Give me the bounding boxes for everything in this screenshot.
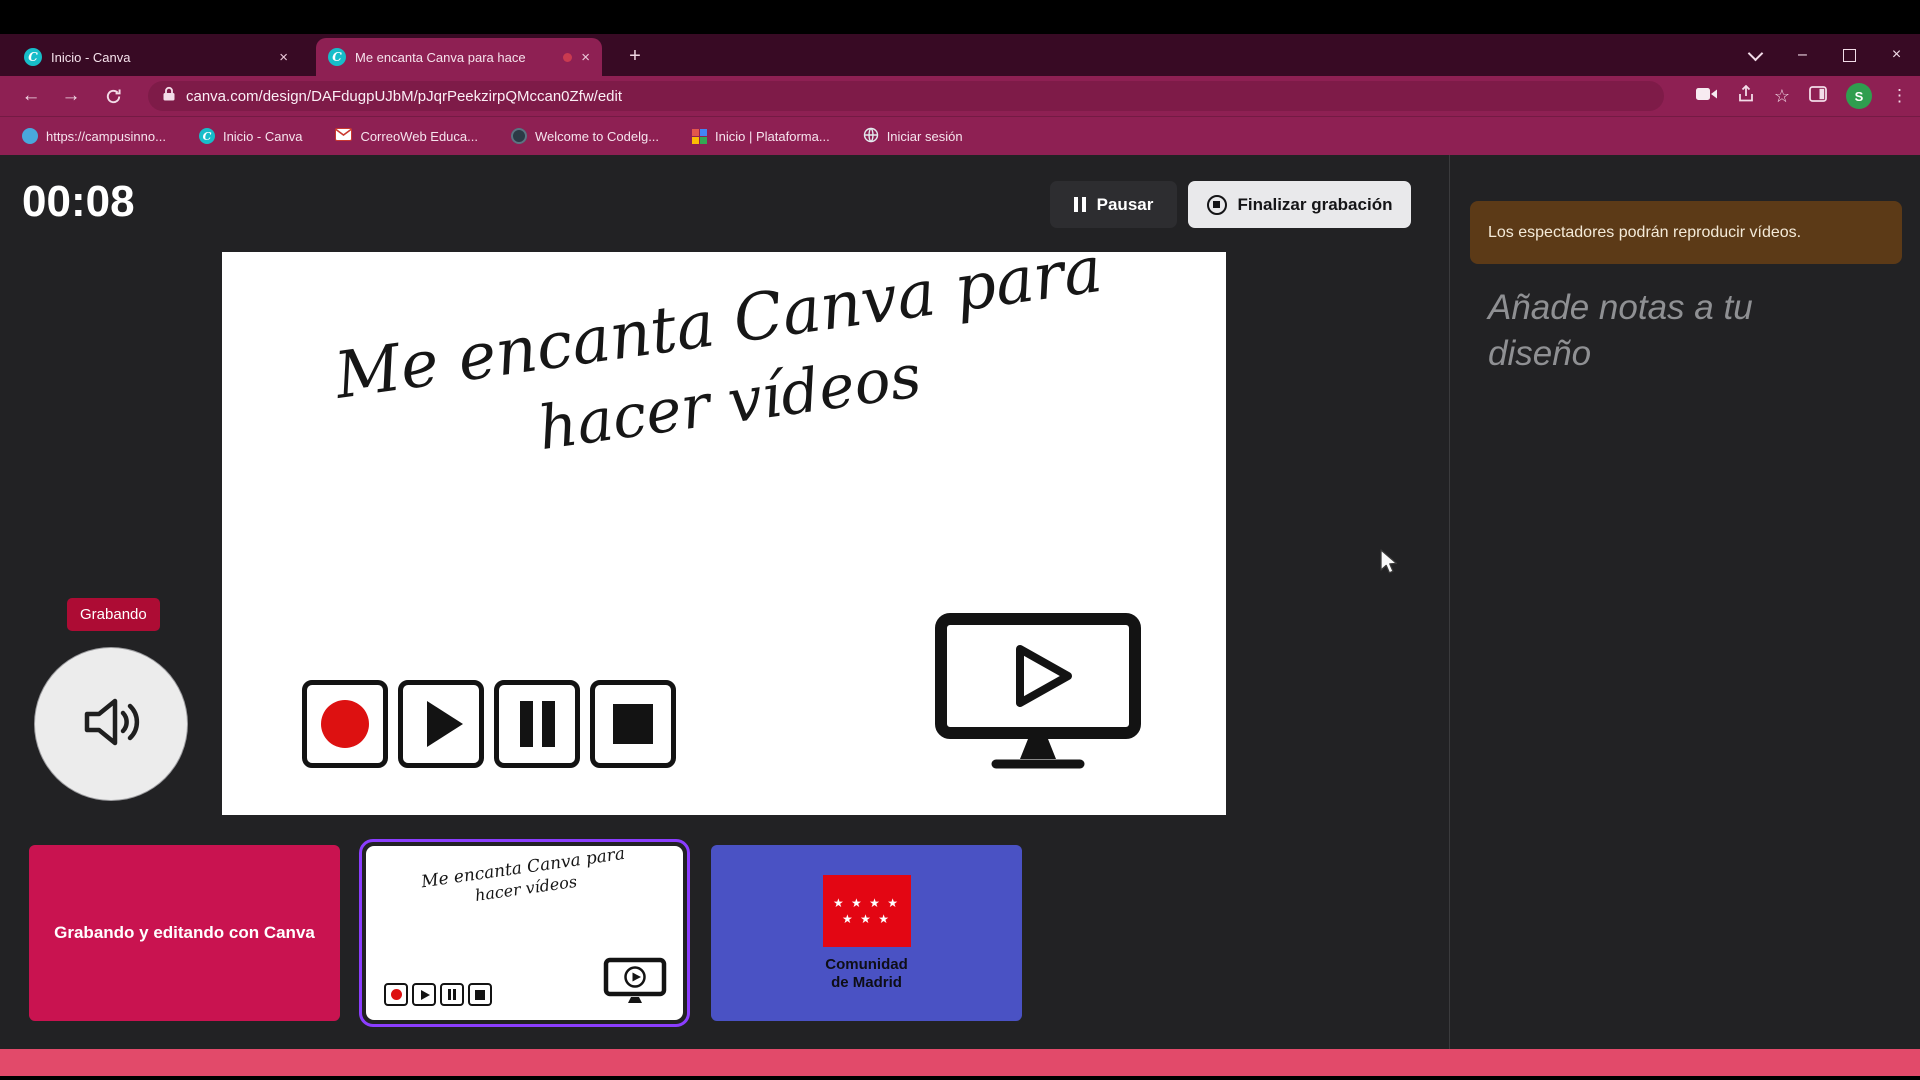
window-close-button[interactable]: ×	[1873, 34, 1920, 76]
stop-icon	[468, 983, 492, 1006]
url-text: canva.com/design/DAFdugpUJbM/pJqrPeekzir…	[186, 88, 622, 105]
pause-button-label: Pausar	[1097, 195, 1154, 215]
canvas-script-title: Me encanta Canva para hacer vídeos	[216, 217, 1231, 507]
recording-timer: 00:08	[22, 177, 135, 227]
new-tab-button[interactable]: +	[622, 43, 648, 69]
speaker-icon	[73, 684, 149, 765]
screen: C Inicio - Canva × C Me encanta Canva pa…	[0, 0, 1920, 1080]
logo-text-line: de Madrid	[825, 974, 908, 992]
address-bar[interactable]: canva.com/design/DAFdugpUJbM/pJqrPeekzir…	[148, 81, 1664, 111]
mouse-cursor-icon	[1378, 548, 1400, 581]
recording-workspace: 00:08 Pausar Finalizar grabación Los esp…	[0, 155, 1920, 1049]
lock-icon	[162, 86, 176, 107]
canva-favicon-icon: C	[199, 128, 215, 144]
notes-placeholder-line: Añade notas a tu	[1488, 285, 1753, 331]
window-minimize-button[interactable]: –	[1779, 34, 1826, 76]
bookmark-canva[interactable]: C Inicio - Canva	[199, 128, 302, 144]
bookmark-label: Inicio - Canva	[223, 129, 302, 144]
slide-thumbnail-3[interactable]: ★ ★ ★ ★ ★ ★ ★ Comunidad de Madrid	[711, 845, 1022, 1021]
pause-button[interactable]: Pausar	[1050, 181, 1177, 228]
design-canvas[interactable]: Me encanta Canva para hacer vídeos	[222, 252, 1226, 815]
profile-avatar[interactable]: S	[1846, 83, 1872, 109]
record-icon	[384, 983, 408, 1006]
bookmark-label: Iniciar sesión	[887, 129, 963, 144]
tv-play-icon	[934, 612, 1142, 779]
mini-tv-play-icon	[603, 957, 667, 1012]
bookmark-plataforma[interactable]: Inicio | Plataforma...	[692, 129, 830, 144]
finish-recording-button[interactable]: Finalizar grabación	[1188, 181, 1411, 228]
tab-close-icon[interactable]: ×	[279, 49, 288, 66]
mail-icon	[335, 128, 352, 144]
canva-favicon-letter: C	[332, 50, 342, 64]
play-icon	[412, 983, 436, 1006]
slide1-label: Grabando y editando con Canva	[54, 923, 315, 943]
pause-graphic-icon	[440, 983, 464, 1006]
notes-panel-divider	[1449, 155, 1450, 1049]
platform-grid-icon	[692, 129, 707, 144]
bookmark-correoweb[interactable]: CorreoWeb Educa...	[335, 128, 478, 144]
share-icon[interactable]	[1737, 85, 1755, 108]
logo-text-line: Comunidad	[825, 956, 908, 974]
canva-favicon-icon: C	[24, 48, 42, 66]
bookmark-star-icon[interactable]: ☆	[1774, 86, 1790, 107]
browser-menu-icon[interactable]: ⋮	[1891, 86, 1908, 106]
tab-close-icon[interactable]: ×	[581, 49, 590, 66]
record-icon	[302, 680, 388, 768]
bookmark-codelg[interactable]: Welcome to Codelg...	[511, 128, 659, 144]
bookmark-label: Inicio | Plataforma...	[715, 129, 830, 144]
flag-stars-row: ★ ★ ★	[842, 913, 891, 925]
campus-site-icon	[22, 128, 38, 144]
tab-search-chevron-icon[interactable]	[1732, 34, 1779, 76]
pause-icon	[1074, 197, 1086, 212]
browser-tab-bar: C Inicio - Canva × C Me encanta Canva pa…	[0, 34, 1920, 76]
stop-icon	[590, 680, 676, 768]
tab-title: Me encanta Canva para hace	[355, 50, 554, 65]
bookmark-iniciar-sesion[interactable]: Iniciar sesión	[863, 127, 963, 146]
mini-recorder-controls-graphic	[384, 983, 492, 1006]
toolbar-right-icons: ☆ S ⋮	[1696, 76, 1908, 116]
forward-button[interactable]: →	[54, 76, 88, 116]
finish-button-label: Finalizar grabación	[1238, 195, 1393, 215]
recording-status-badge: Grabando	[67, 598, 160, 631]
flag-stars-row: ★ ★ ★ ★	[833, 897, 900, 909]
codelg-site-icon	[511, 128, 527, 144]
tab-title: Inicio - Canva	[51, 50, 270, 65]
bookmark-label: https://campusinno...	[46, 129, 166, 144]
slide-thumbnail-1[interactable]: Grabando y editando con Canva	[29, 845, 340, 1021]
pause-graphic-icon	[494, 680, 580, 768]
globe-icon	[863, 127, 879, 146]
back-button[interactable]: ←	[14, 76, 48, 116]
bookmarks-bar: https://campusinno... C Inicio - Canva C…	[0, 116, 1920, 155]
canva-favicon-letter: C	[203, 130, 212, 143]
window-controls: – ×	[1732, 34, 1920, 76]
window-maximize-button[interactable]	[1826, 34, 1873, 76]
bookmark-label: CorreoWeb Educa...	[360, 129, 478, 144]
viewers-notice: Los espectadores podrán reproducir vídeo…	[1470, 201, 1902, 264]
bookmark-label: Welcome to Codelg...	[535, 129, 659, 144]
reload-button[interactable]	[96, 76, 130, 116]
comunidad-madrid-flag-icon: ★ ★ ★ ★ ★ ★ ★	[823, 875, 911, 947]
stop-record-icon	[1207, 195, 1227, 215]
slide-thumbnail-2-selected[interactable]: Me encanta Canva para hacer vídeos	[359, 839, 690, 1027]
tab-active-design[interactable]: C Me encanta Canva para hace ×	[316, 38, 602, 76]
slide2-card: Me encanta Canva para hacer vídeos	[366, 846, 683, 1020]
tab-capture-camera-icon[interactable]	[1696, 87, 1718, 106]
canva-favicon-icon: C	[328, 48, 346, 66]
audio-bubble[interactable]	[35, 648, 187, 800]
comunidad-madrid-logo-text: Comunidad de Madrid	[825, 956, 908, 991]
side-panel-icon[interactable]	[1809, 86, 1827, 107]
bookmark-campus[interactable]: https://campusinno...	[22, 128, 166, 144]
canva-favicon-letter: C	[28, 50, 38, 64]
mini-script-title: Me encanta Canva para hacer vídeos	[366, 846, 683, 920]
recorder-controls-graphic	[302, 680, 676, 768]
play-icon	[398, 680, 484, 768]
notes-placeholder[interactable]: Añade notas a tu diseño	[1488, 285, 1753, 377]
notes-placeholder-line: diseño	[1488, 331, 1753, 377]
browser-toolbar: ← → canva.com/design/DAFdugpUJbM/pJqrPee…	[0, 76, 1920, 116]
bottom-accent-bar	[0, 1049, 1920, 1076]
tab-recording-indicator-icon	[563, 53, 572, 62]
tab-inicio-canva[interactable]: C Inicio - Canva ×	[12, 38, 300, 76]
